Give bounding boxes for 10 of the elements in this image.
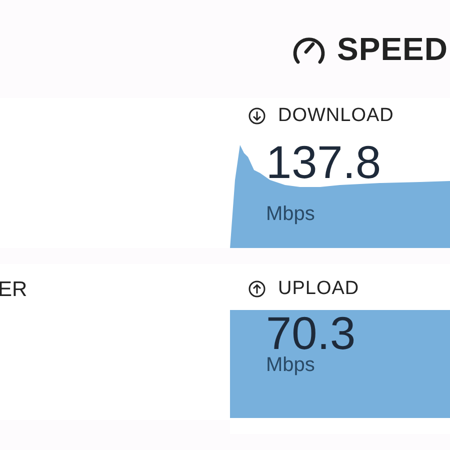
speed-unit: Mbps (266, 354, 315, 377)
result-label: UPLOAD (278, 278, 360, 300)
panel-label: ER (0, 278, 28, 302)
speed-value: 70.3 (266, 310, 356, 356)
speed-unit: Mbps (266, 203, 315, 226)
brand-name: SPEED (337, 30, 448, 68)
speed-value: 137.8 (266, 139, 382, 185)
arrow-up-circle-icon (248, 280, 266, 298)
arrow-down-circle-icon (248, 106, 266, 124)
result-label: DOWNLOAD (278, 104, 394, 126)
